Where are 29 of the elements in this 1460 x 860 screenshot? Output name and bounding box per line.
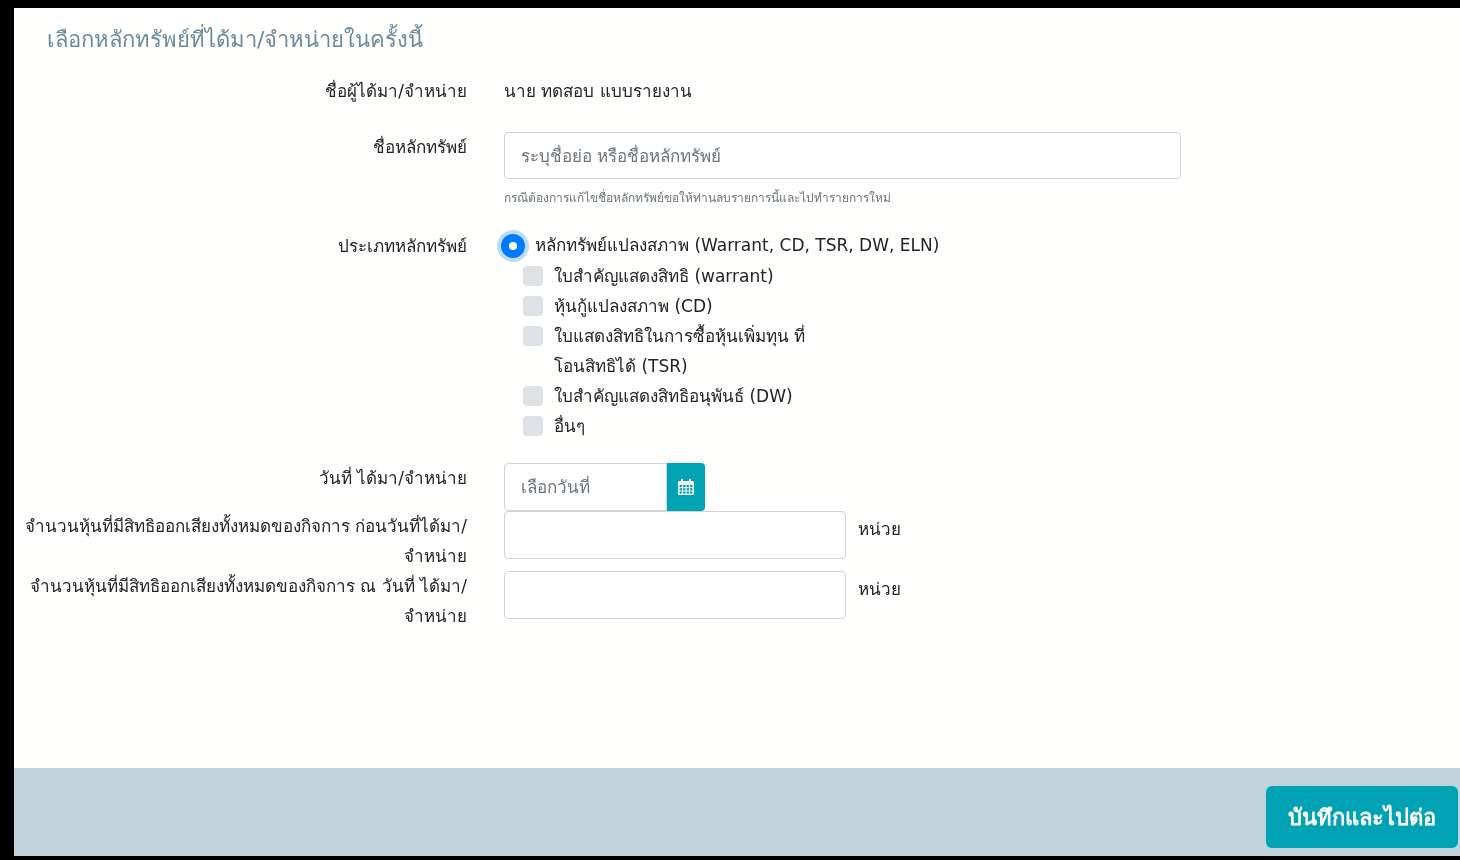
calendar-icon (677, 478, 695, 496)
checkbox[interactable] (523, 296, 543, 316)
field-label: ประเภทหลักทรัพย์ (338, 235, 467, 258)
checkbox-label: ใบสำคัญแสดงสิทธิ (warrant) (554, 265, 774, 288)
field-value: นาย ทดสอบ แบบรายงาน (504, 80, 692, 103)
input-field[interactable]: ระบุชื่อย่อ หรือชื่อหลักทรัพย์ (504, 132, 1181, 179)
field-label: ชื่อผู้ได้มา/จำหน่าย (325, 78, 467, 104)
help-text: กรณีต้องการแก้ไขชื่อหลักทรัพย์ขอให้ท่านลบรายการนี้และไปทำรายการใหม่ (504, 189, 892, 207)
checkbox[interactable] (523, 386, 543, 406)
field-label: จำนวนหุ้นที่มีสิทธิออกเสียงทั้งหมดของกิจการ ก่อนวันที่ได้มา/จำหน่าย (23, 513, 467, 568)
input-field[interactable] (504, 571, 846, 619)
unit-label: หน่วย (858, 578, 901, 601)
calendar-button[interactable] (667, 463, 705, 511)
checkbox-label: อื่นๆ (554, 413, 585, 438)
radio-label: หลักทรัพย์แปลงสภาพ (Warrant, CD, TSR, DW, ELN) (535, 234, 940, 258)
checkbox-label: ใบสำคัญแสดงสิทธิอนุพันธ์ (DW) (554, 385, 793, 409)
section-title: เลือกหลักทรัพย์ที่ได้มา/จำหน่ายในครั้งนี้ (47, 23, 1460, 56)
field-label: วันที่ ได้มา/จำหน่าย (318, 465, 467, 490)
checkbox[interactable] (523, 326, 543, 346)
field-label: จำนวนหุ้นที่มีสิทธิออกเสียงทั้งหมดของกิจการ ณ วันที่ ได้มา/จำหน่าย (29, 573, 467, 628)
checkbox-label: หุ้นกู้แปลงสภาพ (CD) (554, 295, 713, 319)
unit-label: หน่วย (858, 518, 901, 541)
checkbox[interactable] (523, 266, 543, 286)
save-button[interactable]: บันทึกและไปต่อ (1266, 786, 1458, 848)
checkbox[interactable] (523, 416, 543, 436)
checkbox-label: ใบแสดงสิทธิในการซื้อหุ้นเพิ่มทุน ที่โอนสิทธิได้ (TSR) (554, 323, 807, 378)
field-label: ชื่อหลักทรัพย์ (373, 134, 467, 159)
input-field[interactable] (504, 511, 846, 559)
radio-button[interactable] (501, 234, 525, 258)
